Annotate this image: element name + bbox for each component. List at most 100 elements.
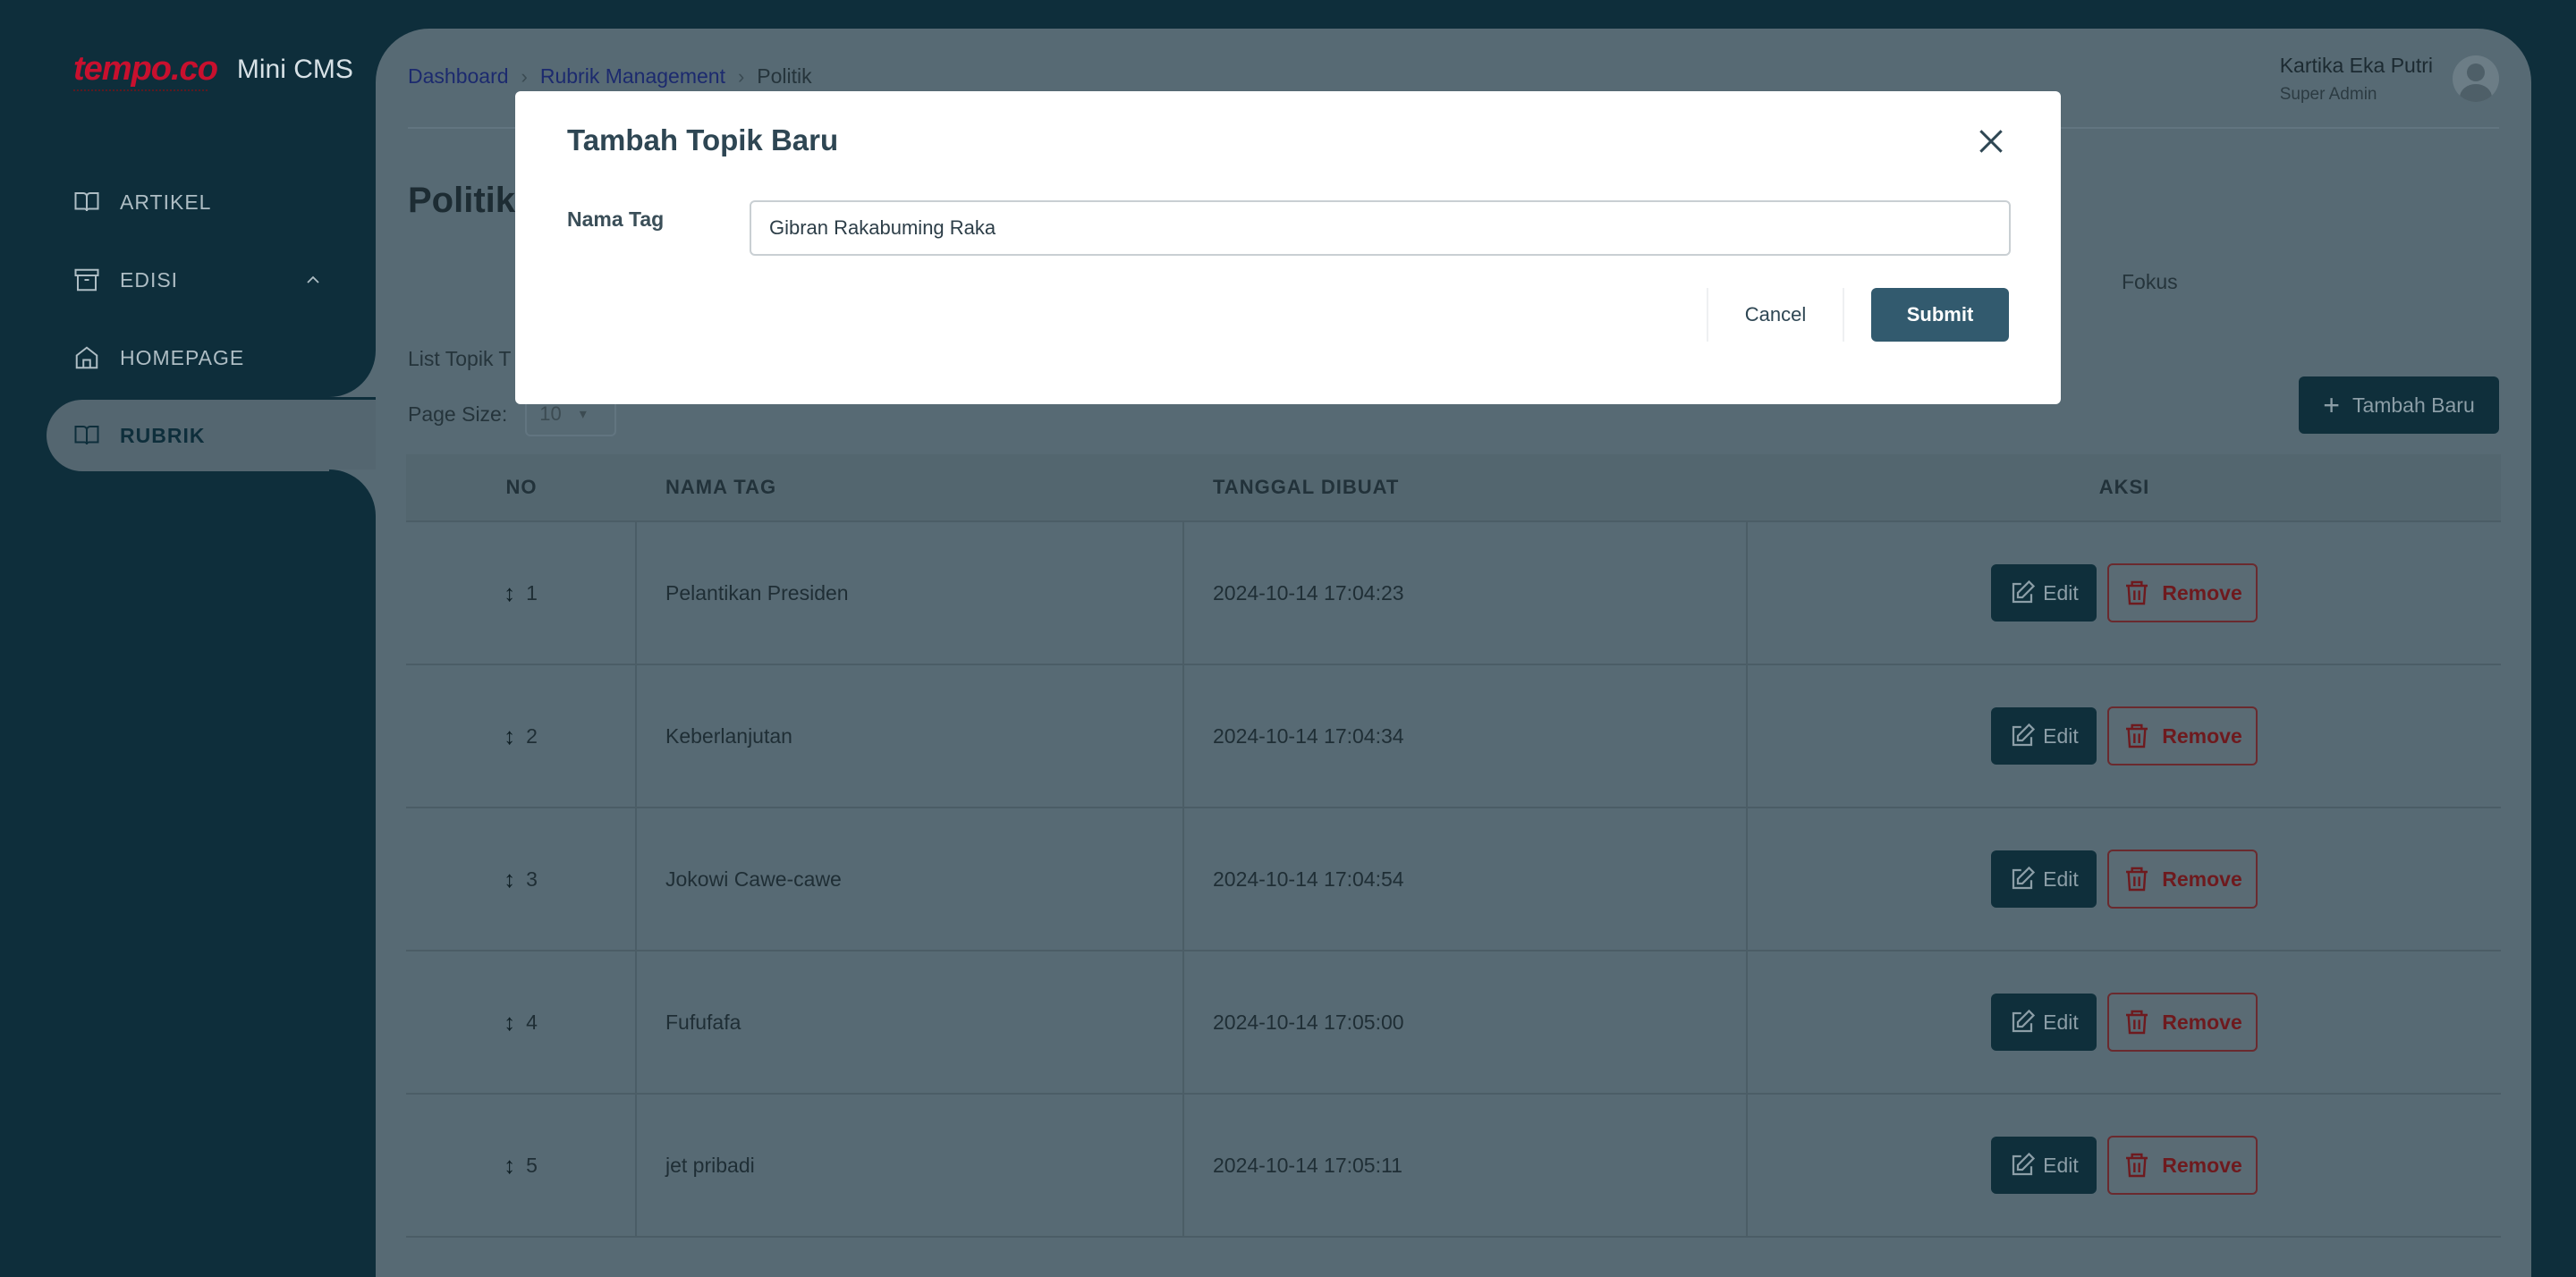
app-title: Mini CMS (236, 54, 353, 84)
edit-button[interactable]: Edit (1991, 1137, 2097, 1194)
row-tanggal: 2024-10-14 17:04:54 (1184, 808, 1748, 950)
row-no: 4 (526, 1010, 538, 1034)
remove-label: Remove (2162, 1010, 2242, 1034)
remove-button[interactable]: Remove (2107, 850, 2258, 909)
remove-label: Remove (2162, 867, 2242, 891)
edit-label: Edit (2043, 1010, 2079, 1034)
user-role: Super Admin (2279, 85, 2377, 104)
breadcrumb: Dashboard › Rubrik Management › Politik (408, 64, 812, 89)
book-icon (74, 192, 99, 212)
breadcrumb-current: Politik (757, 64, 812, 88)
edit-button[interactable]: Edit (1991, 994, 2097, 1051)
sidebar-item-rubrik[interactable]: RUBRIK (47, 400, 376, 471)
chevron-up-icon[interactable] (302, 269, 324, 291)
page-size-label: Page Size: (408, 402, 508, 426)
logo-underline (73, 89, 208, 93)
chevron-right-icon: › (521, 64, 528, 88)
row-tanggal: 2024-10-14 17:04:34 (1184, 665, 1748, 807)
edit-icon (2012, 1152, 2036, 1176)
logo[interactable]: tempo.co (73, 50, 218, 88)
table-row: ↕ 1 Pelantikan Presiden 2024-10-14 17:04:… (406, 522, 2501, 665)
row-nama: Fufufafa (637, 951, 1184, 1093)
sidebar-nav: ARTIKEL EDISI HOMEPAGE RUBRIK (47, 166, 376, 478)
edit-icon (2012, 579, 2036, 604)
edit-label: Edit (2043, 867, 2079, 891)
tab-fokus[interactable]: Fokus (2122, 270, 2178, 294)
remove-label: Remove (2162, 723, 2242, 748)
drag-handle-icon[interactable]: ↕ (504, 866, 515, 893)
table-row: ↕ 5 jet pribadi 2024-10-14 17:05:11 Edit … (406, 1095, 2501, 1238)
sidebar-item-edisi[interactable]: EDISI (47, 244, 376, 316)
edit-label: Edit (2043, 1153, 2079, 1177)
remove-label: Remove (2162, 580, 2242, 605)
trash-icon (2126, 1010, 2148, 1035)
add-topic-modal: Tambah Topik Baru Nama Tag Cancel Submit (515, 91, 2061, 404)
drag-handle-icon[interactable]: ↕ (504, 723, 515, 750)
edit-button[interactable]: Edit (1991, 707, 2097, 765)
table-row: ↕ 2 Keberlanjutan 2024-10-14 17:04:34 Edi… (406, 665, 2501, 808)
add-new-button[interactable]: + Tambah Baru (2299, 376, 2499, 434)
remove-button[interactable]: Remove (2107, 993, 2258, 1052)
row-number: ↕ 4 (406, 951, 637, 1093)
edit-button[interactable]: Edit (1991, 564, 2097, 622)
row-number: ↕ 2 (406, 665, 637, 807)
edit-icon (2012, 723, 2036, 747)
close-icon[interactable] (1973, 123, 2009, 159)
remove-button[interactable]: Remove (2107, 1136, 2258, 1195)
sidebar-item-label: RUBRIK (120, 423, 206, 447)
edit-label: Edit (2043, 723, 2079, 748)
edit-icon (2012, 1009, 2036, 1033)
row-actions: Edit Remove (1748, 1095, 2501, 1236)
header-nama-tag: NAMA TAG (665, 476, 777, 498)
chevron-down-icon: ▾ (579, 407, 587, 422)
nama-tag-label: Nama Tag (567, 207, 665, 231)
trash-icon (2126, 723, 2148, 748)
table-row: ↕ 3 Jokowi Cawe-cawe 2024-10-14 17:04:54 … (406, 808, 2501, 951)
row-no: 2 (526, 723, 538, 748)
cancel-button[interactable]: Cancel (1707, 288, 1844, 342)
add-new-label: Tambah Baru (2351, 393, 2475, 417)
user-name: Kartika Eka Putri (2279, 54, 2433, 77)
remove-button[interactable]: Remove (2107, 706, 2258, 765)
header-tanggal: TANGGAL DIBUAT (1213, 476, 1400, 498)
trash-icon (2126, 867, 2148, 892)
row-number: ↕ 1 (406, 522, 637, 664)
row-nama: Pelantikan Presiden (637, 522, 1184, 664)
brand: tempo.co Mini CMS (73, 50, 353, 91)
row-number: ↕ 5 (406, 1095, 637, 1236)
nama-tag-input[interactable] (750, 200, 2011, 256)
row-nama: jet pribadi (637, 1095, 1184, 1236)
submit-button[interactable]: Submit (1871, 288, 2009, 342)
table-row: ↕ 4 Fufufafa 2024-10-14 17:05:00 Edit Rem… (406, 951, 2501, 1095)
row-tanggal: 2024-10-14 17:05:11 (1184, 1095, 1748, 1236)
header-aksi: AKSI (2098, 476, 2150, 498)
drag-handle-icon[interactable]: ↕ (504, 1009, 515, 1036)
drag-handle-icon[interactable]: ↕ (504, 1152, 515, 1180)
remove-button[interactable]: Remove (2107, 563, 2258, 622)
modal-title: Tambah Topik Baru (567, 123, 839, 156)
row-no: 3 (526, 867, 538, 891)
remove-label: Remove (2162, 1153, 2242, 1177)
chevron-right-icon: › (737, 64, 745, 88)
header-no: NO (505, 476, 538, 498)
row-no: 1 (526, 580, 538, 605)
row-nama: Keberlanjutan (637, 665, 1184, 807)
breadcrumb-rubrik-management[interactable]: Rubrik Management (540, 64, 725, 89)
active-corner-bottom (329, 469, 376, 516)
topic-table: NO NAMA TAG TANGGAL DIBUAT AKSI ↕ 1 Pelan… (406, 454, 2501, 1238)
row-actions: Edit Remove (1748, 808, 2501, 950)
sidebar-item-homepage[interactable]: HOMEPAGE (47, 322, 376, 393)
active-corner-top (329, 351, 376, 397)
row-tanggal: 2024-10-14 17:05:00 (1184, 951, 1748, 1093)
row-actions: Edit Remove (1748, 665, 2501, 807)
sidebar-item-label: EDISI (120, 267, 179, 292)
plus-icon: + (2323, 388, 2340, 421)
avatar[interactable] (2453, 55, 2499, 102)
user-info[interactable]: Kartika Eka Putri Super Admin (2280, 54, 2433, 105)
row-actions: Edit Remove (1748, 522, 2501, 664)
edit-button[interactable]: Edit (1991, 850, 2097, 908)
drag-handle-icon[interactable]: ↕ (504, 579, 515, 607)
breadcrumb-dashboard[interactable]: Dashboard (408, 64, 509, 89)
home-icon (75, 346, 98, 369)
sidebar-item-artikel[interactable]: ARTIKEL (47, 166, 376, 238)
